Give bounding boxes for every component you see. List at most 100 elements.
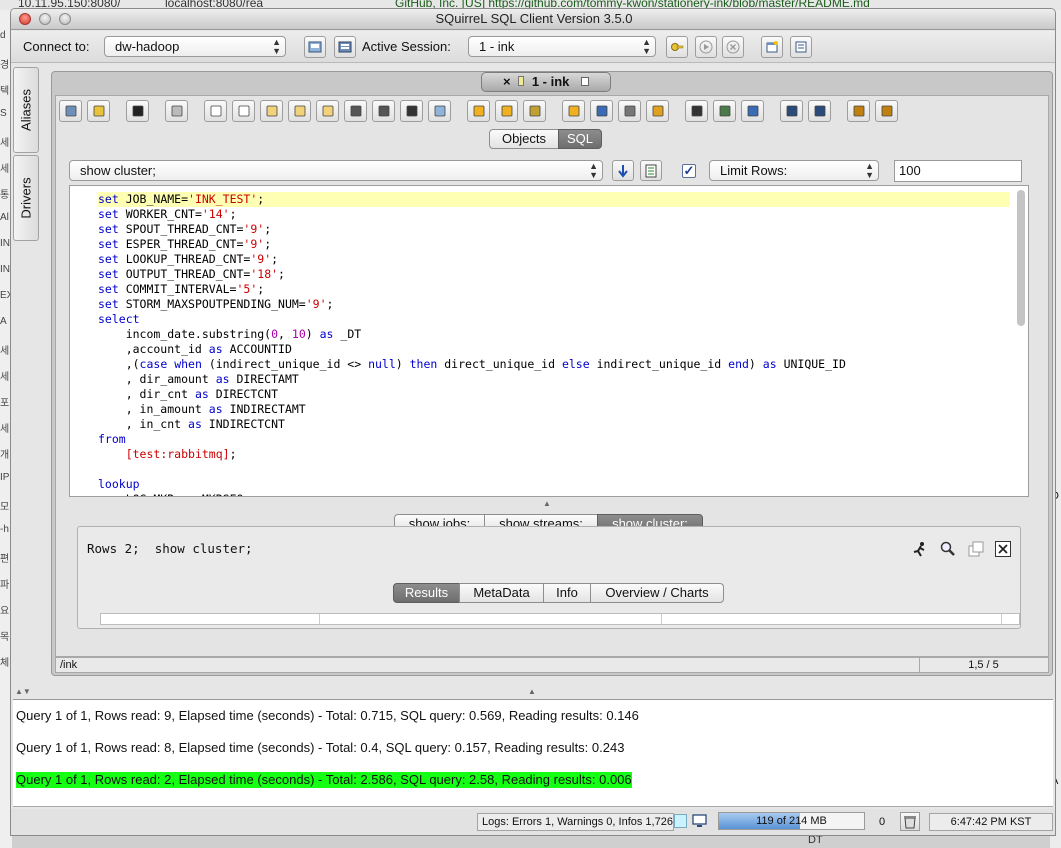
tool-icon	[853, 105, 864, 117]
limit-rows-checkbox[interactable]: ✓	[682, 164, 696, 178]
find-icon[interactable]	[940, 541, 956, 557]
active-session-value: 1 - ink	[479, 39, 515, 54]
session-tool-button[interactable]	[562, 100, 585, 122]
splitter-up-icon[interactable]: ▲	[543, 499, 551, 508]
session-tool-button[interactable]	[126, 100, 149, 122]
sql-history-value: show cluster;	[80, 163, 156, 178]
session-tool-button[interactable]	[495, 100, 518, 122]
splitter-up-icon[interactable]: ▲	[528, 687, 536, 696]
garbage-collect-button[interactable]	[900, 812, 920, 831]
session-tool-button[interactable]	[590, 100, 613, 122]
sql-history-combo[interactable]: show cluster; ▲ ▼	[69, 160, 603, 181]
session-tool-button[interactable]	[428, 100, 451, 122]
limit-rows-input[interactable]: 100	[894, 160, 1022, 182]
key-icon	[671, 43, 684, 51]
editor-scrollbar[interactable]	[1017, 190, 1025, 326]
bg-left-fragment: 경	[0, 60, 10, 71]
subtab-metadata[interactable]: MetaData	[459, 583, 544, 603]
monitor-icon[interactable]	[692, 814, 707, 828]
open-folder-icon	[266, 105, 277, 117]
session-tool-button[interactable]	[847, 100, 870, 122]
session-tool-button[interactable]	[204, 100, 227, 122]
session-tool-button[interactable]	[780, 100, 803, 122]
bg-left-fragment: A	[0, 316, 7, 327]
message-log-panel[interactable]: Query 1 of 1, Rows read: 9, Elapsed time…	[13, 699, 1053, 807]
close-window-button[interactable]	[19, 13, 31, 25]
rerun-icon[interactable]	[912, 541, 928, 557]
tree-icon	[795, 41, 807, 53]
log-viewer-icon[interactable]	[674, 814, 687, 828]
active-session-combo[interactable]: 1 - ink ▲ ▼	[468, 36, 656, 57]
session-tool-button[interactable]	[260, 100, 283, 122]
session-tool-button[interactable]	[165, 100, 188, 122]
log-summary[interactable]: Logs: Errors 1, Warnings 0, Infos 1,726	[477, 813, 674, 831]
save-as-icon	[378, 105, 389, 117]
session-tool-button[interactable]	[875, 100, 898, 122]
limit-rows-combo[interactable]: Limit Rows: ▲ ▼	[709, 160, 879, 181]
use-history-button[interactable]	[612, 160, 634, 181]
session-status-bar: /ink 1,5 / 5	[55, 657, 1049, 673]
open-history-button[interactable]	[640, 160, 662, 181]
session-tool-button[interactable]	[618, 100, 641, 122]
session-tool-button[interactable]	[232, 100, 255, 122]
session-tool-button[interactable]	[523, 100, 546, 122]
limit-rows-value: 100	[899, 163, 921, 178]
drivers-tab[interactable]: Drivers	[13, 155, 39, 241]
session-tool-button[interactable]	[808, 100, 831, 122]
session-frame-tab[interactable]: × 1 - ink	[481, 72, 611, 92]
subtab-overview-charts[interactable]: Overview / Charts	[590, 583, 724, 603]
sql-editor-line: set LOOKUP_THREAD_CNT='9';	[98, 252, 279, 266]
session-tool-button[interactable]	[316, 100, 339, 122]
tool-icon	[596, 105, 607, 117]
subtab-results[interactable]: Results	[393, 583, 460, 603]
connect-icon-button[interactable]	[304, 36, 326, 58]
result-summary: Rows 2; show cluster;	[87, 541, 253, 556]
run-button[interactable]	[695, 36, 717, 58]
bookmark-icon	[814, 105, 825, 117]
session-tool-button[interactable]	[741, 100, 764, 122]
session-tool-button[interactable]	[467, 100, 490, 122]
caret-position-text: 1,5 / 5	[968, 659, 999, 671]
new-window-button[interactable]	[761, 36, 783, 58]
close-result-icon[interactable]	[995, 541, 1011, 557]
splitter-arrows-icon[interactable]: ▲▼	[15, 687, 31, 696]
session-tool-button[interactable]	[400, 100, 423, 122]
database-icon	[518, 76, 525, 86]
tool-icon	[719, 105, 730, 117]
session-tool-button[interactable]	[713, 100, 736, 122]
session-tool-button[interactable]	[372, 100, 395, 122]
stop-circle-icon	[726, 40, 740, 54]
memory-bar[interactable]: 119 of 214 MB	[718, 812, 865, 830]
session-tool-button[interactable]	[646, 100, 669, 122]
sql-editor[interactable]: set JOB_NAME='INK_TEST'; set WORKER_CNT='…	[69, 185, 1029, 497]
frame-close-icon[interactable]: ×	[503, 74, 511, 89]
tab-objects[interactable]: Objects	[489, 129, 559, 149]
sql-editor-line: set JOB_NAME='INK_TEST';	[98, 192, 265, 206]
commit-button[interactable]	[666, 36, 688, 58]
log-summary-text: Logs: Errors 1, Warnings 0, Infos 1,726	[482, 816, 673, 828]
sql-editor-line: ,(case when (indirect_unique_id <> null)…	[98, 357, 846, 371]
subtab-overview-label: Overview / Charts	[605, 585, 709, 600]
connect-combo[interactable]: dw-hadoop ▲ ▼	[104, 36, 286, 57]
session-tool-button[interactable]	[344, 100, 367, 122]
new-session-button[interactable]	[334, 36, 356, 58]
minimize-window-button[interactable]	[39, 13, 51, 25]
detach-icon[interactable]	[968, 541, 984, 557]
session-tool-button[interactable]	[288, 100, 311, 122]
session-path: /ink	[60, 659, 78, 671]
bookmark-icon	[786, 105, 797, 117]
aliases-tab[interactable]: Aliases	[13, 67, 39, 153]
session-tool-button[interactable]	[685, 100, 708, 122]
tile-windows-button[interactable]	[790, 36, 812, 58]
subtab-info[interactable]: Info	[543, 583, 591, 603]
bg-left-fragment: 세	[0, 346, 10, 357]
stop-button[interactable]	[722, 36, 744, 58]
zoom-window-button[interactable]	[59, 13, 71, 25]
results-table-header[interactable]	[100, 613, 1020, 625]
tab-sql[interactable]: SQL	[558, 129, 602, 149]
pass-icon	[171, 105, 182, 117]
title-bar[interactable]: SQuirreL SQL Client Version 3.5.0	[11, 9, 1055, 30]
bg-left-fragment: 텍	[0, 86, 10, 97]
session-tool-button[interactable]	[59, 100, 82, 122]
session-tool-button[interactable]	[87, 100, 110, 122]
